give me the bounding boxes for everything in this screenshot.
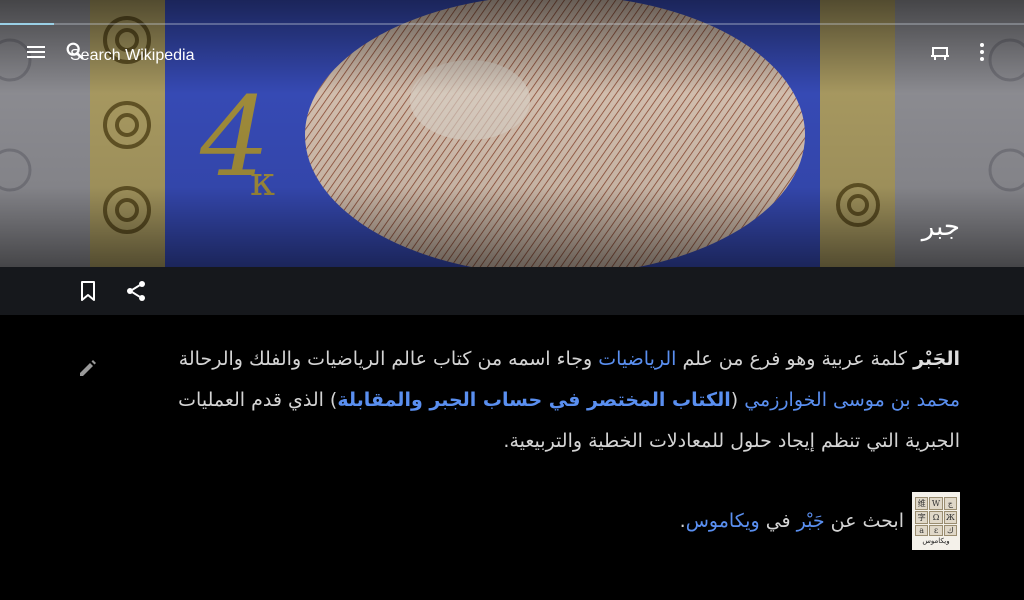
menu-button[interactable] — [24, 40, 56, 72]
link-al-khwarizmi[interactable]: محمد بن موسى الخوارزمي — [744, 389, 960, 411]
tabs-icon — [931, 47, 949, 60]
link-wiktionary-term[interactable]: جَبْر — [797, 510, 825, 532]
bookmark-button[interactable] — [76, 279, 100, 303]
edit-section-button[interactable] — [76, 356, 100, 380]
overflow-menu-button[interactable] — [970, 40, 1002, 72]
text-fragment: في — [759, 510, 797, 532]
text-fragment: ( — [730, 389, 745, 411]
top-toolbar: Search Wikipedia — [0, 26, 1024, 86]
article-content: الجَبْر كلمة عربية وهو فرع من علم الرياض… — [0, 315, 1024, 600]
page-load-progress-fill — [0, 23, 55, 25]
share-button[interactable] — [124, 279, 148, 303]
edit-pencil-icon — [80, 360, 96, 376]
link-mathematics[interactable]: الرياضيات — [598, 348, 676, 370]
text-fragment: وجاء اسمه من كتاب عالم الرياضيات والفلك … — [178, 348, 599, 370]
wiktionary-logo: جW维 ЖΩ字 كεa ويكاموس — [912, 492, 960, 550]
page-load-progress — [0, 23, 1024, 25]
text-fragment: كلمة عربية وهو فرع من علم — [676, 348, 914, 370]
bookmark-icon — [81, 281, 95, 301]
wiktionary-box: جW维 ЖΩ字 كεa ويكاموس ابحث عن جَبْر في ويك… — [680, 492, 960, 550]
article-lead-paragraph: الجَبْر كلمة عربية وهو فرع من علم الرياض… — [140, 339, 960, 462]
link-wiktionary[interactable]: ويكاموس — [686, 510, 760, 532]
link-compendious-book[interactable]: الكتاب المختصر في حساب الجبر والمقابلة — [337, 389, 730, 411]
article-term: الجَبْر — [913, 348, 960, 370]
text-fragment: ابحث عن — [824, 510, 904, 532]
search-bar[interactable]: Search Wikipedia — [64, 40, 195, 72]
search-placeholder[interactable]: Search Wikipedia — [70, 47, 195, 65]
article-action-bar — [0, 267, 1024, 315]
tabs-button[interactable] — [928, 40, 960, 72]
article-title: جبر — [921, 212, 960, 242]
menu-icon — [27, 46, 45, 58]
wiktionary-logo-caption: ويكاموس — [922, 537, 950, 545]
wiktionary-logo-tiles: جW维 ЖΩ字 كεa — [915, 497, 957, 536]
hero-image: 4 к 1983 — [0, 0, 1024, 267]
share-icon — [127, 281, 145, 301]
more-vert-icon — [980, 43, 984, 61]
search-icon — [66, 42, 84, 60]
text-fragment: . — [679, 510, 686, 532]
